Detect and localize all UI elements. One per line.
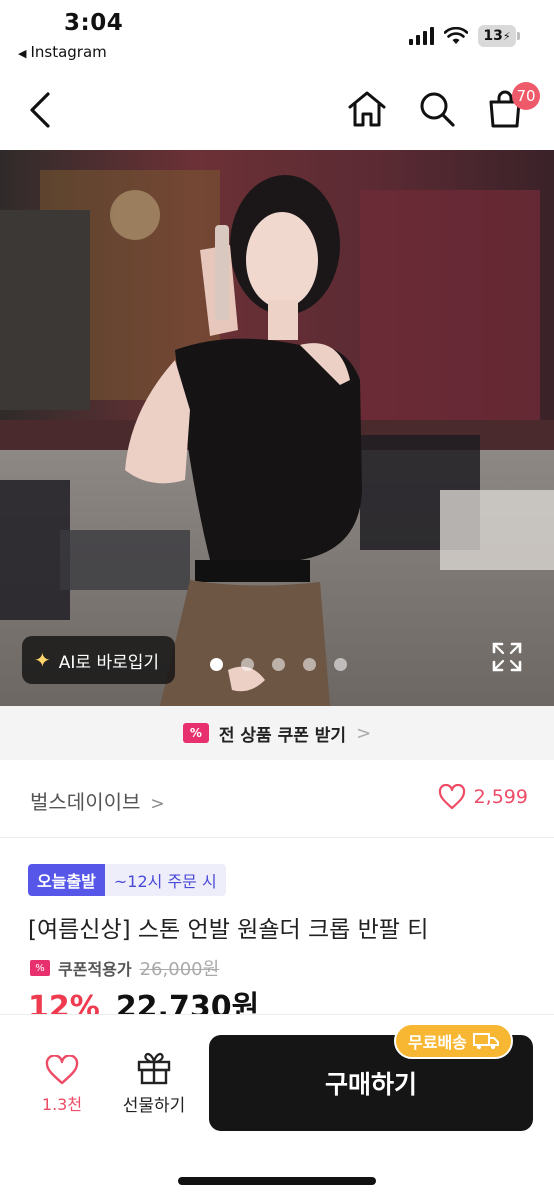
shipping-badges: 오늘출발 ~12시 주문 시 xyxy=(28,864,226,896)
top-nav-bar xyxy=(0,72,554,150)
cellular-signal-icon xyxy=(409,27,434,45)
coupon-tag-icon: % xyxy=(182,723,209,743)
ai-try-on-label: AI로 바로입기 xyxy=(58,652,160,673)
coupon-price-label: 쿠폰적용가 xyxy=(58,960,132,979)
gift-icon xyxy=(137,1052,171,1085)
product-image-carousel[interactable] xyxy=(0,150,554,706)
back-app-label: Instagram xyxy=(30,43,107,61)
free-shipping-badge: 무료배송 xyxy=(394,1023,513,1059)
home-icon[interactable] xyxy=(344,86,390,132)
magic-wand-icon: ✦ xyxy=(34,648,51,672)
free-shipping-label: 무료배송 xyxy=(408,1033,467,1052)
coupon-banner-label: 전 상품 쿠폰 받기 xyxy=(218,725,347,746)
carousel-dot[interactable] xyxy=(272,658,285,671)
delivery-truck-icon xyxy=(472,1033,499,1050)
back-to-app-link[interactable]: ◀ Instagram xyxy=(18,43,107,61)
heart-icon xyxy=(45,1055,79,1085)
cart-count-badge: 70 xyxy=(512,82,540,110)
status-time: 3:04 xyxy=(64,10,124,36)
status-icons: 13 ⚡ xyxy=(409,25,520,47)
chevron-right-icon: > xyxy=(150,794,165,814)
carousel-indicator[interactable] xyxy=(210,658,347,671)
carousel-dot[interactable] xyxy=(210,658,223,671)
gift-button[interactable]: 선물하기 xyxy=(112,1051,196,1131)
ai-try-on-button[interactable]: ✦ AI로 바로입기 xyxy=(22,636,176,684)
price-row: 12% 22,730원 xyxy=(28,988,259,1014)
product-title: [여름신상] 스톤 언발 원숄더 크롭 반팔 티 xyxy=(28,917,429,943)
back-triangle-icon: ◀ xyxy=(18,47,27,60)
product-photo xyxy=(0,150,554,706)
like-button[interactable]: 2,599 xyxy=(438,784,528,810)
gift-label: 선물하기 xyxy=(122,1096,186,1116)
original-price: 26,000원 xyxy=(139,959,220,980)
battery-level: 13 xyxy=(483,28,503,44)
coupon-tag-icon: % xyxy=(30,960,50,976)
brand-row: 벌스데이이브 > 2,599 xyxy=(0,760,554,838)
coupon-price-line: % 쿠폰적용가 26,000원 xyxy=(30,955,219,981)
bottom-action-bar: 1.3천 선물하기 구매하기 무료배송 xyxy=(0,1014,554,1200)
chevron-right-icon: > xyxy=(356,722,372,744)
back-arrow-icon[interactable] xyxy=(20,86,64,134)
expand-fullscreen-icon[interactable] xyxy=(490,640,524,674)
carousel-dot[interactable] xyxy=(241,658,254,671)
status-bar: 3:04 ◀ Instagram 13 ⚡ xyxy=(0,0,554,72)
wifi-icon xyxy=(444,27,468,44)
same-day-badge: 오늘출발 xyxy=(28,864,105,896)
carousel-dot[interactable] xyxy=(303,658,316,671)
brand-name: 벌스데이이브 xyxy=(30,790,141,814)
discount-rate: 12% xyxy=(28,990,100,1014)
search-icon[interactable] xyxy=(414,86,460,132)
wishlist-count: 1.3천 xyxy=(41,1095,83,1114)
heart-icon xyxy=(438,784,465,810)
home-indicator[interactable] xyxy=(178,1177,376,1185)
carousel-dot[interactable] xyxy=(334,658,347,671)
coupon-banner[interactable]: % 전 상품 쿠폰 받기 > xyxy=(0,706,554,760)
wishlist-button[interactable]: 1.3천 xyxy=(30,1055,94,1131)
battery-icon: 13 ⚡ xyxy=(478,25,520,47)
sale-price: 22,730원 xyxy=(115,990,260,1014)
like-count: 2,599 xyxy=(473,786,528,808)
brand-link[interactable]: 벌스데이이브 > xyxy=(30,786,165,815)
order-cutoff-badge: ~12시 주문 시 xyxy=(104,864,226,896)
